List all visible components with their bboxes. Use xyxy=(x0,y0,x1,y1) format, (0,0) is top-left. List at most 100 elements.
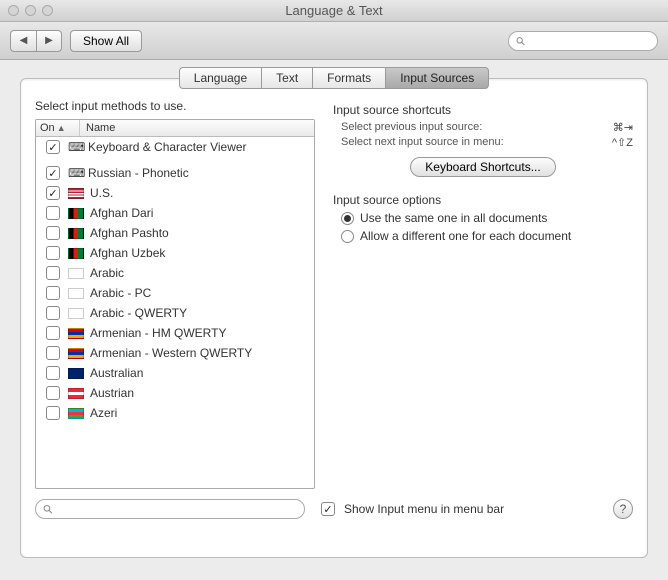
af-flag-icon xyxy=(68,248,84,259)
prev-shortcut-key: ⌘⇥ xyxy=(613,121,633,134)
item-name: Keyboard & Character Viewer xyxy=(88,140,247,154)
tab-input-sources[interactable]: Input Sources xyxy=(385,67,489,89)
item-name: Armenian - Western QWERTY xyxy=(90,346,252,360)
checkbox[interactable] xyxy=(46,386,60,400)
item-name: Russian - Phonetic xyxy=(88,166,189,180)
list-item[interactable]: U.S. xyxy=(36,183,314,203)
list-item[interactable]: Afghan Dari xyxy=(36,203,314,223)
list-item[interactable]: Afghan Uzbek xyxy=(36,243,314,263)
footer: Show Input menu in menu bar ? xyxy=(35,499,633,519)
checkbox[interactable] xyxy=(46,366,60,380)
zoom-icon[interactable] xyxy=(42,5,53,16)
help-icon: ? xyxy=(620,502,627,516)
checkbox[interactable] xyxy=(46,226,60,240)
list-item[interactable]: Australian xyxy=(36,363,314,383)
checkbox[interactable] xyxy=(46,406,60,420)
am-flag-icon xyxy=(68,328,84,339)
col-on-header[interactable]: On▲ xyxy=(36,120,80,136)
nav-buttons: ◀ ▶ xyxy=(10,30,62,52)
checkbox[interactable] xyxy=(46,266,60,280)
option-diff-label: Allow a different one for each document xyxy=(360,229,571,243)
tab-formats[interactable]: Formats xyxy=(312,67,385,89)
list-item[interactable]: Austrian xyxy=(36,383,314,403)
show-all-button[interactable]: Show All xyxy=(70,30,142,52)
shortcuts-title: Input source shortcuts xyxy=(333,103,633,117)
arabic-pc-flag-icon xyxy=(68,288,84,299)
titlebar: Language & Text xyxy=(0,0,668,22)
checkbox[interactable] xyxy=(46,246,60,260)
sort-asc-icon: ▲ xyxy=(57,123,66,133)
tab-language[interactable]: Language xyxy=(179,67,261,89)
list-item[interactable]: Arabic xyxy=(36,263,314,283)
list-item[interactable]: Arabic - PC xyxy=(36,283,314,303)
toolbar-search-input[interactable] xyxy=(530,35,651,47)
checkbox[interactable] xyxy=(46,306,60,320)
list-search-input[interactable] xyxy=(57,503,298,515)
close-icon[interactable] xyxy=(8,5,19,16)
au-flag-icon xyxy=(68,368,84,379)
next-shortcut-key: ^⇧Z xyxy=(612,136,633,149)
arabic-flag-icon xyxy=(68,268,84,279)
af-flag-icon xyxy=(68,228,84,239)
show-input-menu-row[interactable]: Show Input menu in menu bar xyxy=(315,502,504,516)
option-diff-row[interactable]: Allow a different one for each document xyxy=(341,229,633,243)
show-input-menu-checkbox[interactable] xyxy=(321,502,335,516)
prev-shortcut-row: Select previous input source: ⌘⇥ xyxy=(341,121,633,134)
checkbox[interactable] xyxy=(46,346,60,360)
item-name: Australian xyxy=(90,366,143,380)
tab-text[interactable]: Text xyxy=(261,67,312,89)
list-item[interactable]: Arabic - QWERTY xyxy=(36,303,314,323)
af-flag-icon xyxy=(68,208,84,219)
forward-button[interactable]: ▶ xyxy=(36,30,62,52)
checkbox[interactable] xyxy=(46,140,60,154)
item-name: Afghan Pashto xyxy=(90,226,169,240)
toolbar-search[interactable] xyxy=(508,31,658,51)
pref-panel: Language Text Formats Input Sources Sele… xyxy=(20,78,648,558)
back-button[interactable]: ◀ xyxy=(10,30,36,52)
list-item[interactable]: ⌨︎ Keyboard & Character Viewer xyxy=(36,137,314,157)
chevron-left-icon: ◀ xyxy=(20,35,28,46)
list-item[interactable]: ⌨︎ Russian - Phonetic xyxy=(36,163,314,183)
radio-diff[interactable] xyxy=(341,230,354,243)
radio-same[interactable] xyxy=(341,212,354,225)
list-item[interactable]: Azeri xyxy=(36,403,314,423)
checkbox[interactable] xyxy=(46,286,60,300)
arabic-flag-icon xyxy=(68,308,84,319)
col-name-header[interactable]: Name xyxy=(80,120,314,136)
item-name: Armenian - HM QWERTY xyxy=(90,326,226,340)
list-item[interactable]: Armenian - Western QWERTY xyxy=(36,343,314,363)
checkbox[interactable] xyxy=(46,326,60,340)
minimize-icon[interactable] xyxy=(25,5,36,16)
list-item[interactable]: Afghan Pashto xyxy=(36,223,314,243)
item-name: Arabic - PC xyxy=(90,286,151,300)
checkbox[interactable] xyxy=(46,206,60,220)
chevron-right-icon: ▶ xyxy=(45,35,53,46)
item-name: Austrian xyxy=(90,386,134,400)
tabs: Language Text Formats Input Sources xyxy=(35,67,633,89)
show-input-menu-label: Show Input menu in menu bar xyxy=(344,502,504,516)
window-title: Language & Text xyxy=(285,3,382,18)
az-flag-icon xyxy=(68,408,84,419)
help-button[interactable]: ? xyxy=(613,499,633,519)
list-body[interactable]: ⌨︎ Keyboard & Character Viewer ⌨︎ Russian -… xyxy=(36,137,314,488)
search-icon xyxy=(42,503,53,515)
prev-shortcut-label: Select previous input source: xyxy=(341,121,613,134)
item-name: U.S. xyxy=(90,186,113,200)
window-controls xyxy=(8,5,53,16)
option-same-row[interactable]: Use the same one in all documents xyxy=(341,211,633,225)
keyboard-shortcuts-button[interactable]: Keyboard Shortcuts... xyxy=(410,157,555,177)
character-viewer-icon: ⌨︎ xyxy=(68,140,84,154)
list-item[interactable]: Armenian - HM QWERTY xyxy=(36,323,314,343)
item-name: Arabic - QWERTY xyxy=(90,306,187,320)
instruction-text: Select input methods to use. xyxy=(35,99,315,113)
am-flag-icon xyxy=(68,348,84,359)
checkbox[interactable] xyxy=(46,186,60,200)
input-methods-list: On▲ Name ⌨︎Keyboard & Character Viewer⌨︎… xyxy=(35,119,315,489)
list-search[interactable] xyxy=(35,499,305,519)
keyboard-icon: ⌨︎ xyxy=(68,166,84,180)
item-name: Azeri xyxy=(90,406,117,420)
item-name: Afghan Dari xyxy=(90,206,153,220)
item-name: Afghan Uzbek xyxy=(90,246,165,260)
checkbox[interactable] xyxy=(46,166,60,180)
options-title: Input source options xyxy=(333,193,633,207)
